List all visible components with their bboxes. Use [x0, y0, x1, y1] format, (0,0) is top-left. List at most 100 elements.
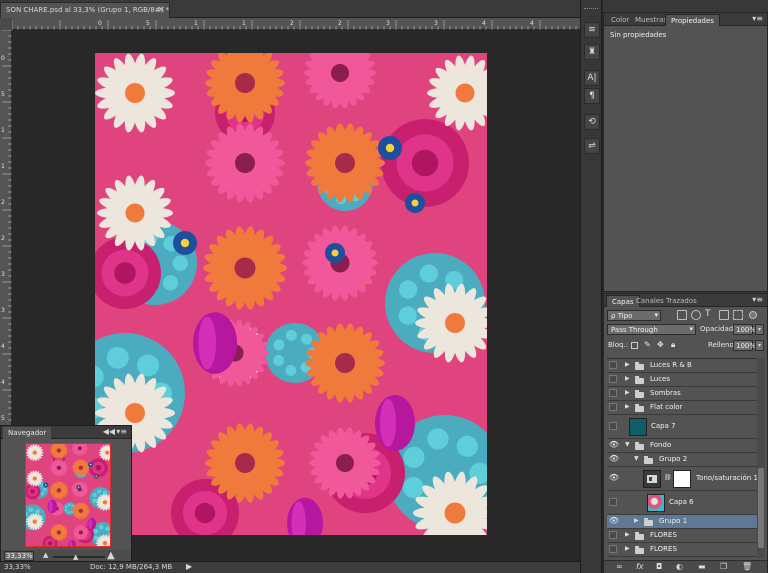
filter-shape-icon[interactable] — [719, 310, 729, 320]
lock-position-icon[interactable]: ✥ — [657, 340, 664, 349]
navigator-zoom-input[interactable]: 33,33% — [4, 551, 34, 561]
tab-navigator[interactable]: Navegador — [3, 427, 52, 439]
chevron-down-icon[interactable]: ▼ — [634, 455, 639, 462]
lock-transparency-icon[interactable] — [631, 342, 638, 349]
chevron-right-icon[interactable]: ▶ — [625, 545, 630, 552]
character-icon[interactable]: A| — [584, 70, 600, 86]
hue-saturation-icon[interactable] — [643, 470, 661, 488]
layer-name[interactable]: FLORES — [650, 545, 677, 553]
tool-presets-icon[interactable]: ⇌ — [584, 138, 600, 154]
zoom-in-icon[interactable]: ▲ — [107, 550, 115, 561]
layer-name[interactable]: Sombras — [650, 389, 681, 397]
layer-kind-filter[interactable]: ρ Tipo ▾ — [607, 310, 661, 321]
chevron-right-icon[interactable]: ▶ — [625, 375, 630, 382]
status-zoom[interactable]: 33,33% — [4, 563, 31, 571]
layer-name[interactable]: Capa 7 — [651, 422, 676, 430]
chain-link-icon[interactable]: ⛓ — [664, 474, 672, 481]
layer-row[interactable]: ▶ Luces R & B — [607, 359, 759, 373]
history-icon[interactable]: ⟲ — [584, 114, 600, 130]
paragraph-icon[interactable]: ¶ — [584, 88, 600, 104]
eye-icon[interactable]: 👁︎ — [608, 454, 620, 464]
adjustment-layer-icon[interactable]: ◐ — [676, 562, 683, 571]
panel-menu-icon[interactable]: ▾≡ — [752, 14, 763, 23]
chevron-down-icon[interactable]: ▼ — [625, 441, 630, 448]
collapse-panel-icon[interactable]: ◀◀ — [103, 427, 115, 436]
layer-thumbnail[interactable] — [629, 418, 647, 436]
lock-all-icon[interactable]: 🔒︎ — [671, 340, 675, 350]
clone-source-icon[interactable]: ♜ — [584, 44, 600, 60]
navigator-view-box[interactable] — [25, 443, 111, 547]
fx-icon[interactable]: fx — [636, 562, 644, 571]
eye-icon[interactable]: 👁︎ — [608, 440, 620, 450]
visibility-toggle[interactable] — [609, 545, 617, 553]
layers-scrollbar[interactable] — [757, 358, 765, 558]
document-tab[interactable]: SON CHARE.psd al 33,3% (Grupo 1, RGB/8#)… — [0, 2, 170, 18]
chevron-right-icon[interactable]: ▶ — [625, 531, 630, 538]
visibility-toggle[interactable] — [609, 531, 617, 539]
layer-row[interactable]: ▶ FLORES — [607, 543, 759, 557]
layer-name[interactable]: FLORES — [650, 531, 677, 539]
layer-row[interactable]: 👁︎ ⛓ Tono/saturación 1 — [607, 467, 759, 491]
visibility-toggle[interactable] — [609, 498, 617, 506]
layer-row[interactable]: ▶ Flat color — [607, 401, 759, 415]
layer-row[interactable]: Capa 7 — [607, 415, 759, 439]
eye-icon[interactable]: 👁︎ — [608, 516, 620, 526]
layer-row[interactable]: 👁︎ ▶ Grupo 1 — [607, 515, 759, 529]
tab-paths[interactable]: Trazados — [661, 295, 702, 307]
visibility-toggle[interactable] — [609, 422, 617, 430]
visibility-toggle[interactable] — [609, 403, 617, 411]
layer-row[interactable]: 👁︎ ▼ Grupo 2 — [607, 453, 759, 467]
delete-layer-icon[interactable]: 🗑 — [742, 562, 752, 571]
floral-artwork-canvas[interactable] — [95, 53, 487, 535]
opacity-slider-toggle[interactable]: ▾ — [755, 324, 764, 335]
scrollbar-thumb[interactable] — [758, 468, 764, 548]
eye-icon[interactable]: 👁︎ — [608, 473, 620, 483]
filter-pixel-icon[interactable] — [677, 310, 687, 320]
chevron-right-icon[interactable]: ▶ — [634, 517, 639, 524]
ruler-corner[interactable] — [0, 18, 12, 30]
zoom-slider-knob[interactable]: ▲ — [73, 553, 78, 561]
horizontal-ruler[interactable]: 0 5 1 1 2 2 3 3 4 4 — [11, 18, 580, 30]
fill-input[interactable]: 100% — [733, 340, 756, 351]
filter-adjustment-icon[interactable] — [691, 310, 701, 320]
zoom-out-icon[interactable]: ▲ — [43, 551, 48, 559]
add-mask-icon[interactable]: ◘ — [656, 562, 662, 571]
fill-slider-toggle[interactable]: ▾ — [755, 340, 764, 351]
layer-name[interactable]: Grupo 2 — [659, 455, 687, 463]
layer-row[interactable]: ▶ Sombras — [607, 387, 759, 401]
layer-name[interactable]: Capa 6 — [669, 498, 694, 506]
close-icon[interactable]: × — [157, 5, 165, 15]
chevron-right-icon[interactable]: ▶ — [625, 403, 630, 410]
filter-smart-object-icon[interactable] — [733, 310, 743, 320]
layer-row[interactable]: ▶ FLORES — [607, 529, 759, 543]
opacity-input[interactable]: 100% — [733, 324, 756, 335]
layer-name[interactable]: Grupo 1 — [659, 517, 687, 525]
chevron-right-icon[interactable]: ▶ — [625, 389, 630, 396]
status-menu-arrow-icon[interactable]: ▶ — [186, 562, 192, 571]
panel-menu-icon[interactable]: ▾≡ — [116, 427, 127, 436]
blend-mode-select[interactable]: Pass Through ▾ — [607, 324, 696, 335]
new-group-icon[interactable]: ▬ — [698, 562, 706, 571]
panel-menu-icon[interactable]: ▾≡ — [752, 295, 763, 304]
layer-row[interactable]: 👁︎ ▼ Fondo — [607, 439, 759, 453]
grip-icon[interactable] — [584, 8, 598, 10]
lock-pixels-icon[interactable]: ✎ — [644, 340, 651, 349]
layer-mask-thumbnail[interactable] — [673, 470, 691, 488]
new-layer-icon[interactable]: ❐ — [720, 562, 727, 571]
filter-type-icon[interactable]: T — [705, 310, 715, 320]
zoom-slider-track[interactable] — [53, 556, 105, 558]
link-layers-icon[interactable]: ∞ — [616, 562, 623, 571]
chevron-right-icon[interactable]: ▶ — [625, 361, 630, 368]
layer-name[interactable]: Fondo — [650, 441, 671, 449]
layer-name[interactable]: Luces R & B — [650, 361, 692, 369]
tab-properties[interactable]: Propiedades — [665, 14, 720, 26]
filter-toggle-icon[interactable] — [749, 311, 757, 319]
layer-row[interactable]: ▶ Luces — [607, 373, 759, 387]
brush-presets-icon[interactable]: ≋ — [584, 22, 600, 38]
visibility-toggle[interactable] — [609, 389, 617, 397]
visibility-toggle[interactable] — [609, 361, 617, 369]
layer-row[interactable]: Capa 6 — [607, 491, 759, 515]
layer-name[interactable]: Luces — [650, 375, 670, 383]
layer-thumbnail[interactable] — [647, 494, 665, 512]
layer-name[interactable]: Flat color — [650, 403, 682, 411]
